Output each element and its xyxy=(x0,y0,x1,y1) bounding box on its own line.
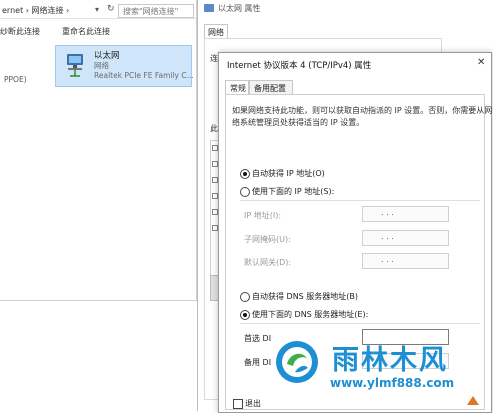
search-input[interactable]: 搜索"网络连接" xyxy=(118,4,194,18)
brand-logo-icon xyxy=(276,341,318,383)
subnet-mask-field[interactable]: . . . xyxy=(362,230,449,246)
adapter-device: Realtek PCIe FE Family C... xyxy=(94,71,194,80)
tab-label: 网络 xyxy=(208,28,224,37)
adjacent-connection-label[interactable]: PPOE) xyxy=(4,75,27,84)
address-path[interactable]: ernet › 网络连接 › xyxy=(2,5,69,16)
default-gateway-label: 默认网关(D): xyxy=(244,258,292,267)
tab-strip: 常规 备用配置 xyxy=(225,80,483,95)
tab-label: 备用配置 xyxy=(254,84,286,93)
address-bar[interactable]: ernet › 网络连接 › ▾ ↻ 搜索"网络连接" xyxy=(0,2,196,19)
tab-general[interactable]: 常规 xyxy=(225,80,249,95)
group-divider xyxy=(240,323,480,324)
network-icon xyxy=(204,4,214,12)
chevron-down-icon[interactable]: ▾ xyxy=(95,5,99,14)
refresh-icon[interactable]: ↻ xyxy=(107,4,115,14)
search-placeholder: 搜索"网络连接" xyxy=(123,7,179,16)
group-divider xyxy=(240,200,480,201)
items-label: 此 xyxy=(210,124,218,133)
triangle-icon xyxy=(467,396,479,405)
adapter-status: 网络 xyxy=(94,61,109,70)
dns-manual-radio[interactable] xyxy=(240,310,250,320)
preferred-dns-label: 首选 DI xyxy=(244,334,272,343)
dns-manual-label: 使用下面的 DNS 服务器地址(E): xyxy=(252,310,369,319)
description-line: 如果网络支持此功能，则可以获取自动指派的 IP 设置。否则，你需要从网 xyxy=(232,106,493,115)
subnet-mask-dots: . . . xyxy=(381,232,394,241)
ip-auto-radio[interactable] xyxy=(240,169,250,179)
tab-alternate-config[interactable]: 备用配置 xyxy=(249,80,293,94)
default-gateway-dots: . . . xyxy=(381,255,394,264)
network-connections-window: ernet › 网络连接 › ▾ ↻ 搜索"网络连接" 纱断此连接 重命名此连接… xyxy=(0,0,197,301)
dns-auto-radio[interactable] xyxy=(240,292,250,302)
description-line: 络系统管理员处获得适当的 IP 设置。 xyxy=(232,118,365,127)
brand-url: www.ylmf888.com xyxy=(330,376,455,390)
validate-on-exit-checkbox[interactable] xyxy=(233,399,243,409)
subnet-mask-label: 子网掩码(U): xyxy=(244,235,291,244)
ip-address-label: IP 地址(I): xyxy=(244,211,282,220)
dns-auto-label: 自动获得 DNS 服务器地址(B) xyxy=(252,292,359,301)
dialog-title: Internet 协议版本 4 (TCP/IPv4) 属性 xyxy=(227,61,372,71)
validate-on-exit-label: 退出 xyxy=(245,399,261,408)
rename-command[interactable]: 重命名此连接 xyxy=(62,26,110,37)
tab-networking[interactable]: 网络 xyxy=(204,24,228,39)
network-adapter-icon xyxy=(67,54,83,77)
ip-address-field[interactable]: . . . xyxy=(362,206,449,222)
connect-using-label: 连 xyxy=(210,54,218,63)
ip-address-dots: . . . xyxy=(381,208,394,217)
ethernet-adapter-item[interactable]: 以太网 网络 Realtek PCIe FE Family C... xyxy=(55,45,194,87)
ip-manual-radio[interactable] xyxy=(240,187,250,197)
disconnect-command[interactable]: 纱断此连接 xyxy=(0,26,40,37)
ip-auto-label: 自动获得 IP 地址(O) xyxy=(252,169,325,178)
tab-label: 常规 xyxy=(230,84,246,93)
ip-manual-label: 使用下面的 IP 地址(S): xyxy=(252,187,335,196)
brand-name: 雨林木风 xyxy=(332,345,448,376)
window-title: 以太网 属性 xyxy=(218,4,261,13)
close-icon[interactable]: ✕ xyxy=(477,57,485,68)
alternate-dns-label: 备用 DI xyxy=(244,358,272,367)
command-bar: 纱断此连接 重命名此连接 xyxy=(0,22,196,38)
default-gateway-field[interactable]: . . . xyxy=(362,253,449,269)
